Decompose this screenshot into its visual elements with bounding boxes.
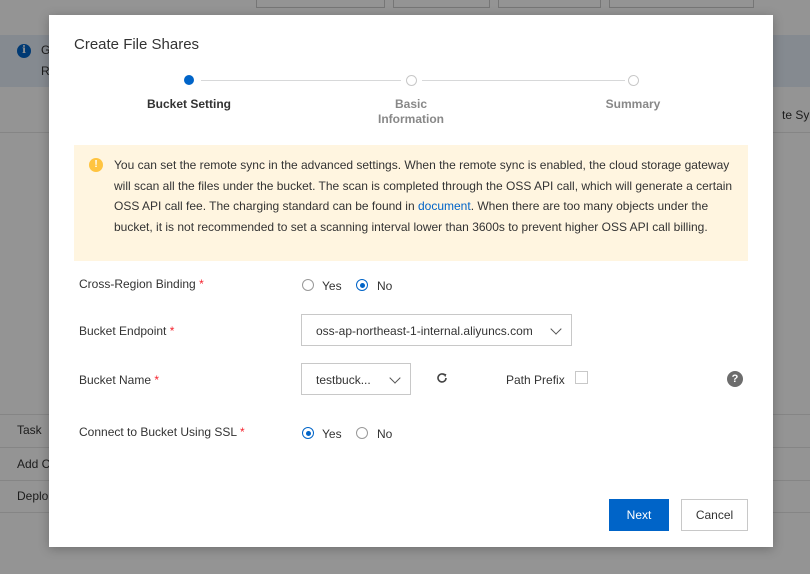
required-mark: * [169,324,175,338]
ssl-label: Connect to Bucket Using SSL * [79,425,245,439]
path-prefix-label: Path Prefix [506,373,565,387]
ssl-no-radio[interactable] [356,427,368,439]
cross-region-no-radio[interactable] [356,279,368,291]
cross-region-yes-radio[interactable] [302,279,314,291]
step-basic-information: Basic Information [331,97,491,127]
step-label-text: Information [378,112,444,126]
required-mark: * [199,277,204,291]
label-text: Bucket Name [79,373,152,387]
chevron-down-icon [550,323,562,335]
step-label-text: Basic [394,97,428,111]
step-indicator-active [184,75,194,85]
required-mark: * [239,425,245,439]
next-button[interactable]: Next [609,499,669,531]
step-indicator [406,75,417,86]
step-summary: Summary [553,97,713,112]
step-indicator [628,75,639,86]
warning-alert: ! You can set the remote sync in the adv… [74,145,748,261]
alert-message: You can set the remote sync in the advan… [114,155,734,237]
step-connector [422,80,625,81]
required-mark: * [154,373,160,387]
warning-icon: ! [89,158,103,172]
step-label-text: Bucket Setting [146,97,231,111]
label-text: Bucket Endpoint [79,324,167,338]
select-value: testbuck... [316,373,371,387]
ssl-yes-radio[interactable] [302,427,314,439]
help-icon[interactable]: ? [727,371,743,387]
bucket-endpoint-select[interactable]: oss-ap-northeast-1-internal.aliyuncs.com [301,314,572,346]
create-file-shares-dialog: Create File Shares Bucket Setting Basic … [49,15,773,547]
cross-region-binding-label: Cross-Region Binding * [79,277,204,291]
select-value: oss-ap-northeast-1-internal.aliyuncs.com [316,324,533,338]
bucket-name-label: Bucket Name * [79,373,159,387]
step-label-text: Summary [605,97,661,111]
label-text: Connect to Bucket Using SSL [79,425,237,439]
radio-label[interactable]: Yes [322,279,342,293]
dialog-title: Create File Shares [74,36,200,53]
step-bucket-setting: Bucket Setting [109,97,269,112]
document-link[interactable]: document [418,199,471,213]
step-connector [201,80,401,81]
refresh-icon[interactable] [436,372,448,384]
chevron-down-icon [389,372,401,384]
radio-label[interactable]: Yes [322,427,342,441]
bucket-name-select[interactable]: testbuck... [301,363,411,395]
bucket-endpoint-label: Bucket Endpoint * [79,324,174,338]
label-text: Cross-Region Binding [79,277,196,291]
path-prefix-checkbox[interactable] [575,371,588,384]
cancel-button[interactable]: Cancel [681,499,748,531]
radio-label[interactable]: No [377,279,392,293]
radio-label[interactable]: No [377,427,392,441]
